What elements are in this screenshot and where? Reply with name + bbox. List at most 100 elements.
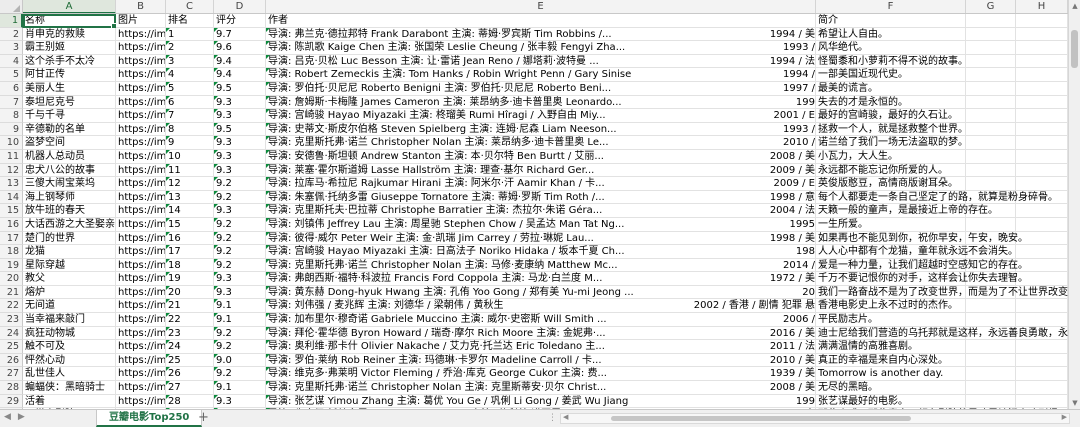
- cell-author[interactable]: 导演: 奥利维·那卡什 Olivier Nakache / 艾力克·托兰达 Er…: [266, 340, 816, 354]
- cell-name[interactable]: 怦然心动: [23, 353, 116, 368]
- cell-image-url[interactable]: https://imc: [116, 367, 166, 382]
- cell-score[interactable]: 9.1: [214, 381, 266, 395]
- cell-intro[interactable]: 真正的幸福是来自内心深处。: [816, 353, 966, 368]
- cell-score[interactable]: 9.3: [214, 95, 266, 110]
- cell-empty[interactable]: [966, 313, 1016, 327]
- cell-empty[interactable]: [966, 367, 1016, 382]
- cell-intro[interactable]: 我们一路奋战不是为了改变世界，而是为了不让世界改变我们。: [816, 285, 1068, 300]
- cell-empty[interactable]: [1016, 381, 1068, 395]
- cell-author[interactable]: 导演: 拉库马·希拉尼 Rajkumar Hirani 主演: 阿米尔·汗 Aa…: [266, 177, 816, 191]
- add-sheet-icon[interactable]: +: [198, 410, 209, 426]
- row-header[interactable]: 23: [0, 313, 23, 327]
- cell-score[interactable]: 9.0: [214, 353, 266, 368]
- cell-image-url[interactable]: https://imc: [116, 177, 166, 191]
- row-header[interactable]: 16: [0, 217, 23, 232]
- cell-rank[interactable]: 21: [166, 299, 214, 314]
- cell-empty[interactable]: [1016, 163, 1068, 178]
- cell-score[interactable]: 9.2: [214, 231, 266, 246]
- cell-empty[interactable]: [966, 68, 1016, 82]
- row-header[interactable]: 8: [0, 109, 23, 123]
- cell-score[interactable]: 9.3: [214, 272, 266, 286]
- row-header[interactable]: 15: [0, 204, 23, 218]
- cell-name[interactable]: 千与千寻: [23, 109, 116, 123]
- cell-rank[interactable]: 7: [166, 109, 214, 123]
- cell-image-url[interactable]: https://imc: [116, 41, 166, 55]
- cell-empty[interactable]: [966, 149, 1016, 164]
- cell-empty[interactable]: [966, 95, 1016, 110]
- cell-name[interactable]: 机器人总动员: [23, 149, 116, 164]
- cell-image-url[interactable]: https://imc: [116, 340, 166, 354]
- cell-image-url[interactable]: https://imc: [116, 109, 166, 123]
- cell-empty[interactable]: [966, 299, 1016, 314]
- row-header[interactable]: 25: [0, 340, 23, 354]
- cell-rank[interactable]: 14: [166, 204, 214, 218]
- cell-name[interactable]: 放牛班的春天: [23, 204, 116, 218]
- cell-author[interactable]: 导演: 彼得·威尔 Peter Weir 主演: 金·凯瑞 Jim Carrey…: [266, 231, 816, 246]
- cell-name[interactable]: 这个杀手不太冷: [23, 54, 116, 69]
- cell-score[interactable]: 9.2: [214, 340, 266, 354]
- cell-empty[interactable]: [1016, 245, 1068, 259]
- cell-rank[interactable]: 17: [166, 245, 214, 259]
- select-all-corner[interactable]: [0, 0, 23, 13]
- cell-intro[interactable]: 张艺谋最好的电影。: [816, 394, 966, 409]
- cell-rank[interactable]: 16: [166, 231, 214, 246]
- cell-score[interactable]: 9.3: [214, 149, 266, 164]
- cell-image-url[interactable]: https://imc: [116, 285, 166, 300]
- cell-intro[interactable]: 那些吻戏，那些青春，都在影院的黑暗里被泪水冲刷得...: [816, 408, 966, 409]
- column-header-g[interactable]: G: [966, 0, 1016, 13]
- cell-image-url[interactable]: https://imc: [116, 122, 166, 137]
- row-header[interactable]: 2: [0, 27, 23, 42]
- cell-intro[interactable]: 失去的才是永恒的。: [816, 95, 966, 110]
- cell-empty[interactable]: [966, 163, 1016, 178]
- cell-intro[interactable]: 天籁一般的童声，是最接近上帝的存在。: [816, 204, 998, 218]
- row-header[interactable]: 12: [0, 163, 23, 178]
- cell-author[interactable]: 导演: 克里斯托夫·巴拉蒂 Christophe Barratier 主演: 杰…: [266, 204, 816, 218]
- cell-empty[interactable]: [966, 81, 1016, 96]
- row-header[interactable]: 14: [0, 190, 23, 205]
- cell-empty[interactable]: [1016, 68, 1068, 82]
- row-header[interactable]: 6: [0, 81, 23, 96]
- row-header[interactable]: 9: [0, 122, 23, 137]
- cell-rank[interactable]: 8: [166, 122, 214, 137]
- cell-empty[interactable]: [966, 122, 1016, 137]
- cell-author[interactable]: 导演: Robert Zemeckis 主演: Tom Hanks / Robi…: [266, 68, 816, 82]
- cell-rank[interactable]: 23: [166, 326, 214, 341]
- cell-image-url[interactable]: https://imc: [116, 136, 166, 150]
- cell-score[interactable]: 9.5: [214, 81, 266, 96]
- cell-score[interactable]: 9.3: [214, 163, 266, 178]
- cell-image-url[interactable]: https://imc: [116, 27, 166, 42]
- cell-intro[interactable]: 最美的谎言。: [816, 81, 966, 96]
- cell-empty[interactable]: [1016, 109, 1068, 123]
- cell-empty[interactable]: [1016, 81, 1068, 96]
- cell-rank[interactable]: 13: [166, 190, 214, 205]
- cell-author[interactable]: 导演: 刘伟强 / 麦兆辉 主演: 刘德华 / 梁朝伟 / 黄秋生 2002 / …: [266, 299, 816, 314]
- cell-score[interactable]: 9.2: [214, 190, 266, 205]
- cell-empty[interactable]: [966, 217, 1016, 232]
- cell-author[interactable]: 导演: 陈凯歌 Kaige Chen 主演: 张国荣 Leslie Cheung…: [266, 41, 816, 55]
- cell-intro[interactable]: 拯救一个人，就是拯救整个世界。: [816, 122, 968, 137]
- cell-header-name[interactable]: 名称: [23, 14, 118, 30]
- cell-author[interactable]: 导演: 宫崎骏 Hayao Miyazaki 主演: 日高法子 Noriko H…: [266, 245, 816, 259]
- cell-score[interactable]: 9.3: [214, 394, 266, 409]
- cell-name[interactable]: 海上钢琴师: [23, 190, 116, 205]
- row-header[interactable]: 17: [0, 231, 23, 246]
- cell-image-url[interactable]: https://imc: [116, 313, 166, 327]
- cell-name[interactable]: 辛德勒的名单: [23, 122, 116, 137]
- cell-name[interactable]: 触不可及: [23, 340, 116, 354]
- cell-rank[interactable]: 22: [166, 313, 214, 327]
- row-header[interactable]: 11: [0, 149, 23, 164]
- cell-name[interactable]: 疯狂动物城: [23, 326, 116, 341]
- vertical-scroll-thumb[interactable]: [1071, 30, 1078, 68]
- cell-intro[interactable]: 怪蜀黍和小萝莉不得不说的故事。: [816, 54, 968, 69]
- scroll-left-arrow-icon[interactable]: ◀: [563, 413, 568, 421]
- cell-rank[interactable]: 19: [166, 272, 214, 286]
- cell-intro[interactable]: 迪士尼给我们营造的乌托邦就是这样，永远善良勇敢，永远出乎意料。: [816, 326, 1068, 341]
- cell-name[interactable]: 忠犬八公的故事: [23, 163, 116, 178]
- cell-image-url[interactable]: https://imc: [116, 149, 166, 164]
- row-header[interactable]: 28: [0, 381, 23, 395]
- cell-intro[interactable]: 爱是一种力量，让我们超越时空感知它的存在。: [816, 258, 1028, 273]
- cell-intro[interactable]: 每个人都要走一条自己坚定了的路，就算是粉身碎骨。: [816, 190, 1058, 205]
- cell-rank[interactable]: 5: [166, 81, 214, 96]
- cell-name[interactable]: 当幸福来敲门: [23, 313, 116, 327]
- cell-author[interactable]: 导演: 加布里尔·穆奇诺 Gabriele Muccino 主演: 威尔·史密斯…: [266, 313, 816, 327]
